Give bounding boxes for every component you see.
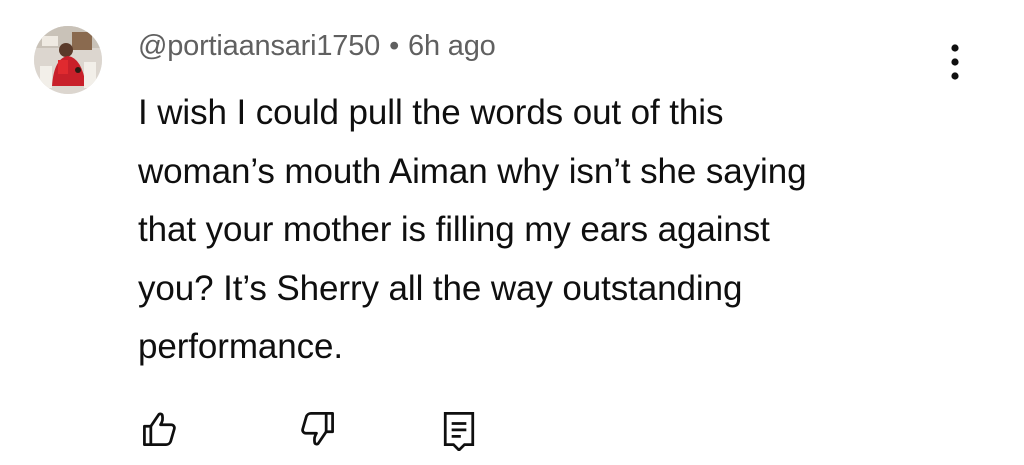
comment-text-line: that your mother is filling my ears agai… xyxy=(138,210,770,249)
like-button[interactable] xyxy=(135,404,185,454)
thumbs-down-icon xyxy=(301,412,334,446)
comment-item: @portiaansari1750 • 6h ago I wish I could … xyxy=(0,0,1024,465)
separator-dot: • xyxy=(389,30,400,62)
more-vertical-icon xyxy=(951,44,959,80)
comment-text-line: performance. xyxy=(138,327,344,366)
comment-text-line: woman’s mouth Aiman why isn’t she saying xyxy=(138,151,807,191)
dislike-button[interactable] xyxy=(292,404,342,454)
author-name[interactable]: @portiaansari1750 xyxy=(138,30,380,62)
comment-text-line: I wish I could pull the words out of thi… xyxy=(138,93,724,132)
avatar[interactable] xyxy=(34,26,102,94)
avatar-image xyxy=(34,26,102,94)
more-options-button[interactable] xyxy=(940,40,970,84)
comment-text-line: you? It’s Sherry all the way outstanding xyxy=(138,268,743,308)
comment-timestamp[interactable]: 6h ago xyxy=(408,30,496,62)
comment-text: I wish I could pull the words out of thi… xyxy=(138,84,938,377)
reply-comment-icon xyxy=(443,412,475,451)
thumbs-up-icon xyxy=(143,412,176,446)
comment-header: @portiaansari1750 • 6h ago xyxy=(138,30,496,63)
reply-button[interactable] xyxy=(434,404,484,454)
